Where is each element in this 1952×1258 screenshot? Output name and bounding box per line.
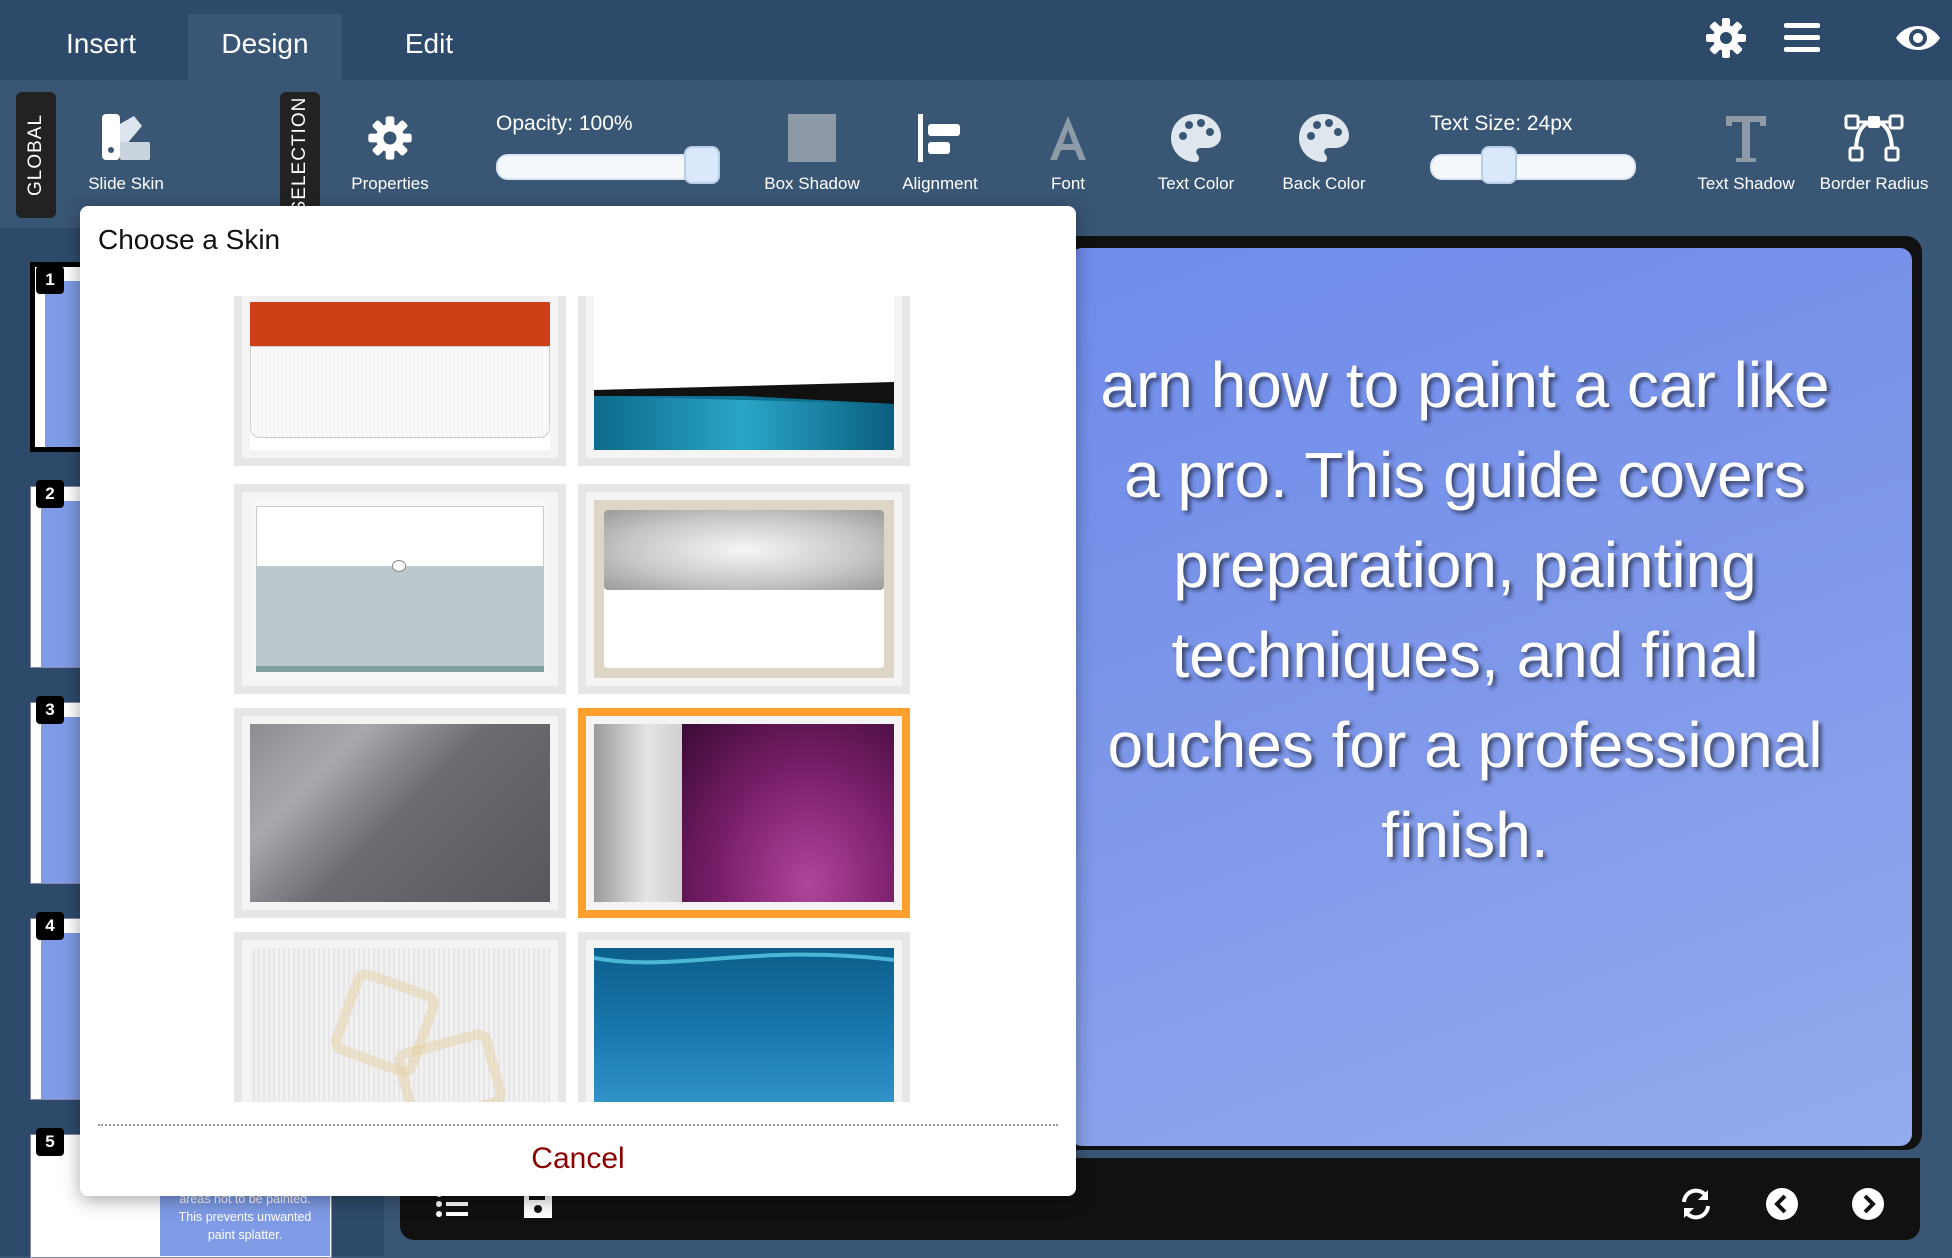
global-label: GLOBAL (25, 113, 46, 197)
refresh-icon[interactable] (1678, 1186, 1714, 1222)
slide-number-badge: 5 (36, 1128, 64, 1156)
settings-gear-icon[interactable] (1702, 14, 1750, 62)
text-size-label: Text Size: 24px (1430, 112, 1573, 135)
skin-option-purple-silver[interactable] (578, 708, 910, 918)
skin-grid (234, 296, 934, 1102)
font-icon (1050, 116, 1086, 160)
properties-label: Properties (351, 174, 429, 193)
selection-label: SELECTION (289, 96, 310, 214)
choose-skin-dialog: Choose a Skin Cancel (80, 206, 1076, 1196)
text-size-slider-thumb[interactable] (1480, 146, 1517, 184)
dialog-title: Choose a Skin (98, 224, 281, 255)
slide-skin-label: Slide Skin (88, 174, 164, 193)
tab-design[interactable]: Design (188, 14, 342, 80)
swatch-icon (102, 114, 150, 160)
back-color-label: Back Color (1282, 174, 1366, 193)
box-shadow-icon (788, 114, 836, 162)
skin-option-red-header[interactable] (234, 296, 566, 466)
slide-5-caption-line: This prevents unwanted (178, 1210, 312, 1224)
slide-skin-button[interactable]: Slide Skin (56, 112, 196, 194)
text-color-button[interactable]: Text Color (1126, 112, 1266, 194)
border-radius-label: Border Radius (1819, 174, 1929, 193)
properties-gear-icon (368, 116, 412, 160)
hamburger-menu-icon[interactable] (1778, 14, 1826, 62)
slide-text-line: preparation, painting (1173, 529, 1757, 601)
alignment-button[interactable]: Alignment (870, 112, 1010, 194)
text-size-slider-track[interactable] (1430, 154, 1636, 180)
back-color-button[interactable]: Back Color (1254, 112, 1394, 194)
slide-5-caption: areas not to be painted. This prevents un… (160, 1190, 330, 1256)
slide-number-badge: 1 (36, 266, 64, 294)
cancel-button[interactable]: Cancel (80, 1134, 1076, 1184)
opacity-slider-thumb[interactable] (684, 146, 720, 184)
slide-5-caption-line: paint splatter. (207, 1228, 283, 1242)
preview-eye-icon[interactable] (1894, 14, 1942, 62)
text-shadow-icon (1726, 116, 1766, 162)
dialog-divider (98, 1124, 1058, 1126)
border-radius-icon (1844, 114, 1904, 162)
slide-text-line: ouches for a professional (1107, 709, 1823, 781)
border-radius-button[interactable]: Border Radius (1804, 112, 1944, 194)
slide-text-line: techniques, and final (1171, 619, 1759, 691)
skin-option-light-texture[interactable] (234, 932, 566, 1102)
text-shadow-button[interactable]: Text Shadow (1676, 112, 1816, 194)
slide-text-box[interactable]: arn how to paint a car like a pro. This g… (1070, 340, 1912, 880)
skin-option-silver-frame[interactable] (578, 484, 910, 694)
font-button[interactable]: Font (998, 112, 1138, 194)
slide-text-line: finish. (1381, 799, 1549, 871)
font-label: Font (1050, 174, 1086, 193)
text-size-control: Text Size: 24px (1430, 112, 1572, 136)
opacity-label: Opacity: 100% (496, 112, 633, 135)
global-scope-tab[interactable]: GLOBAL (16, 92, 56, 218)
skin-option-grey-panel[interactable] (234, 484, 566, 694)
slide-number-badge: 4 (36, 912, 64, 940)
previous-icon[interactable] (1764, 1186, 1800, 1222)
box-shadow-label: Box Shadow (764, 174, 860, 193)
skin-option-blue-wave[interactable] (578, 296, 910, 466)
box-shadow-button[interactable]: Box Shadow (742, 112, 882, 194)
alignment-icon (918, 114, 960, 162)
tab-edit[interactable]: Edit (364, 14, 494, 80)
slide-text-line: a pro. This guide covers (1124, 439, 1806, 511)
tab-insert[interactable]: Insert (36, 14, 166, 80)
slide-number-badge: 3 (36, 696, 64, 724)
skin-option-dark-grey[interactable] (234, 708, 566, 918)
selection-scope-tab[interactable]: SELECTION (280, 92, 320, 218)
slide-text-line: arn how to paint a car like (1100, 349, 1830, 421)
palette-icon (1299, 114, 1349, 162)
next-icon[interactable] (1850, 1186, 1886, 1222)
opacity-control: Opacity: 100% (496, 112, 633, 136)
properties-button[interactable]: Properties (320, 112, 460, 194)
skin-option-blue-gradient[interactable] (578, 932, 910, 1102)
text-color-label: Text Color (1157, 174, 1235, 193)
alignment-label: Alignment (902, 174, 978, 193)
slide-number-badge: 2 (36, 480, 64, 508)
slide-canvas[interactable]: arn how to paint a car like a pro. This g… (1070, 248, 1912, 1146)
palette-icon (1171, 114, 1221, 162)
text-shadow-label: Text Shadow (1697, 174, 1795, 193)
